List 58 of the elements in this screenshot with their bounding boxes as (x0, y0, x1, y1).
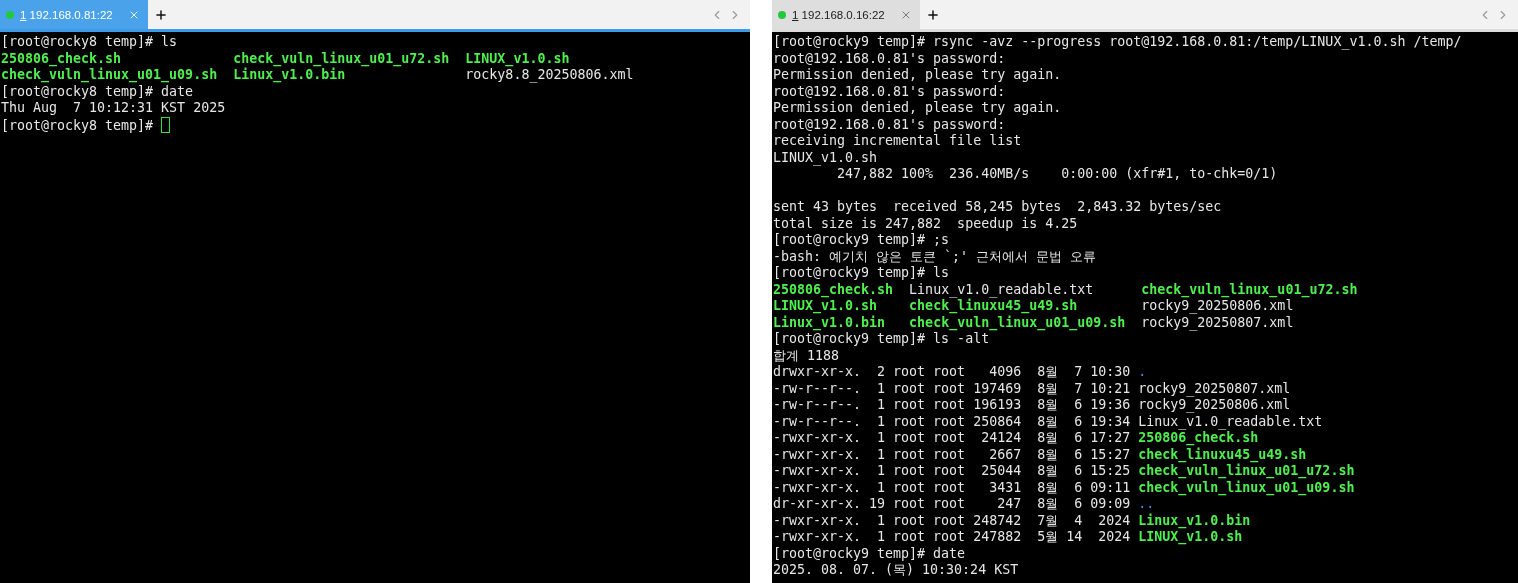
terminal-text: [root@rocky9 temp]# ls -alt (773, 331, 990, 346)
terminal-text: drwxr-xr-x. 2 root root 4096 8월 7 10:30 (773, 364, 1131, 379)
terminal-text: receiving incremental file list (773, 133, 1022, 148)
terminal-text: root@192.168.0.81's password: (773, 83, 1006, 99)
terminal-text: [root@rocky8 temp]# ls (1, 34, 178, 49)
terminal-text: [root@rocky9 temp]# ;s (773, 232, 950, 247)
terminal-text: [root@rocky9 temp]# ls (773, 265, 950, 280)
executable-file-name: 250806_check.sh (1138, 430, 1259, 445)
executable-file-name: Linux_v1.0.bin (773, 314, 886, 330)
terminal-screen[interactable] (772, 32, 1518, 583)
terminal-text: rocky8.8_20250806.xml (465, 67, 634, 82)
executable-file-name: check_vuln_linux_u01_u09.sh (1138, 479, 1355, 495)
terminal-text: 합계 1188 (773, 347, 840, 363)
executable-file-name: LINUX_v1.0.sh (465, 50, 570, 66)
terminal-text: -rwxr-xr-x. 1 root root 25044 8월 6 15:25 (773, 463, 1131, 478)
terminal-text: dr-xr-xr-x. 19 root root 247 8월 6 09:09 (773, 496, 1131, 511)
executable-file-name: check_linuxu45_u49.sh (1138, 446, 1307, 462)
terminal-text: [root@rocky8 temp]# (1, 117, 154, 133)
terminal-text: 247,882 100% 236.40MB/s 0:00:00 (xfr#1, to-chk=0/1) (837, 166, 1278, 181)
terminal-text: -rwxr-xr-x. 1 root root 2667 8월 6 15:27 (773, 446, 1131, 462)
terminal-text: Linux_v1.0_readable.txt (909, 281, 1094, 297)
terminal-text: -bash: 예기치 않은 토큰 `;' 근처에서 문법 오류 (773, 248, 1097, 264)
executable-file-name: 250806_check.sh (1, 50, 122, 66)
executable-file-name: check_vuln_linux_u01_u09.sh (1, 67, 218, 82)
terminal-text: -rwxr-xr-x. 1 root root 248742 7월 4 2024 (773, 512, 1131, 528)
session-tab[interactable]: 1 192.168.0.16:22 (772, 0, 920, 29)
terminal-text: -rwxr-xr-x. 1 root root 247882 5월 14 2024 (773, 529, 1131, 544)
executable-file-name: 250806_check.sh (773, 281, 894, 297)
executable-file-name: Linux_v1.0.bin (1138, 512, 1251, 528)
terminal-text: Thu Aug 7 10:12:31 KST 2025 (1, 100, 226, 115)
terminal-text: Permission denied, please try again. (773, 67, 1062, 82)
terminal-text: -rwxr-xr-x. 1 root root 3431 8월 6 09:11 (773, 479, 1131, 495)
executable-file-name: check_vuln_linux_u01_u09.sh (909, 314, 1126, 330)
terminal-text: -rw-r--r--. 1 root root 196193 8월 6 19:36 rocky9_20250806.xml (773, 397, 1291, 412)
executable-file-name: Linux_v1.0.bin (233, 67, 346, 82)
terminal-text: 2025. 08. 07. (목) 10:30:24 KST (773, 562, 1019, 577)
executable-file-name: check_vuln_linux_u01_u72.sh (1138, 463, 1355, 478)
executable-file-name: check_vuln_linux_u01_u72.sh (1141, 281, 1358, 297)
terminal-text: [root@rocky8 temp]# date (1, 83, 194, 99)
terminal-text: sent 43 bytes received 58,245 bytes 2,843.32 bytes/sec (773, 199, 1222, 214)
terminal-text: root@192.168.0.81's password: (773, 116, 1006, 132)
executable-file-name: LINUX_v1.0.sh (1138, 529, 1243, 544)
terminal-text: -rw-r--r--. 1 root root 197469 8월 7 10:21 rocky9_20250807.xml (773, 380, 1291, 396)
executable-file-name: check_vuln_linux_u01_u72.sh (233, 50, 450, 66)
terminal-text: total size is 247,882 speedup is 4.25 (773, 215, 1078, 231)
terminal-text: root@192.168.0.81's password: (773, 50, 1006, 66)
terminal-text: [root@rocky9 temp]# rsync -avz --progress root@192.168.0.81:/temp/LINUX_v1.0.sh /temp/ (773, 34, 1462, 49)
terminal-text: -rw-r--r--. 1 root root 250864 8월 6 19:34 Linux_v1.0_readable.txt (773, 413, 1323, 429)
terminal-text: [root@rocky9 temp]# date (773, 545, 966, 561)
terminal-text: Permission denied, please try again. (773, 100, 1062, 115)
directory-name: . (1138, 364, 1147, 379)
executable-file-name: LINUX_v1.0.sh (773, 298, 878, 313)
terminal-text: rocky9_20250806.xml (1141, 298, 1294, 313)
directory-name: .. (1138, 496, 1155, 511)
executable-file-name: check_linuxu45_u49.sh (909, 298, 1078, 313)
terminal-text: rocky9_20250807.xml (1141, 314, 1294, 330)
terminal-text: LINUX_v1.0.sh (773, 149, 878, 165)
terminal-text: -rwxr-xr-x. 1 root root 24124 8월 6 17:27 (773, 430, 1131, 445)
